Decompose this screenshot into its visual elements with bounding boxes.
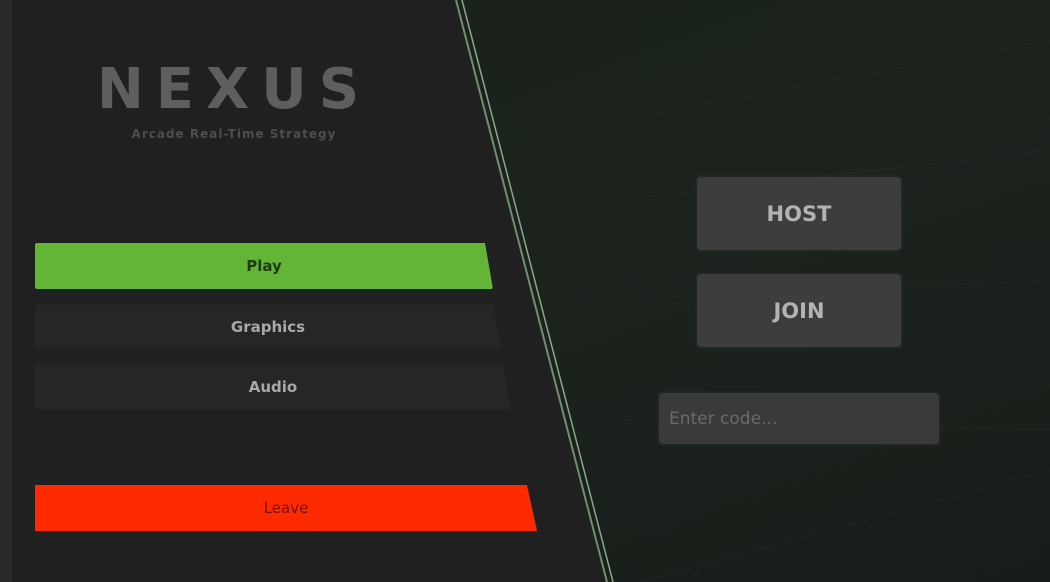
graphics-label: Graphics: [230, 318, 306, 336]
join-button[interactable]: JOIN: [697, 274, 901, 347]
join-code-input[interactable]: [659, 393, 939, 444]
leave-label: Leave: [263, 499, 309, 517]
audio-label: Audio: [248, 378, 298, 396]
play-button[interactable]: Play: [35, 243, 493, 289]
graphics-button[interactable]: Graphics: [35, 305, 501, 349]
play-label: Play: [246, 257, 282, 275]
audio-button[interactable]: Audio: [35, 365, 511, 409]
host-button[interactable]: HOST: [697, 177, 901, 250]
leave-button[interactable]: Leave: [35, 485, 537, 531]
game-logo: NEXUS: [96, 57, 372, 122]
host-label: HOST: [766, 201, 832, 226]
join-label: JOIN: [773, 298, 825, 323]
game-subtitle: Arcade Real-Time Strategy: [131, 127, 337, 141]
